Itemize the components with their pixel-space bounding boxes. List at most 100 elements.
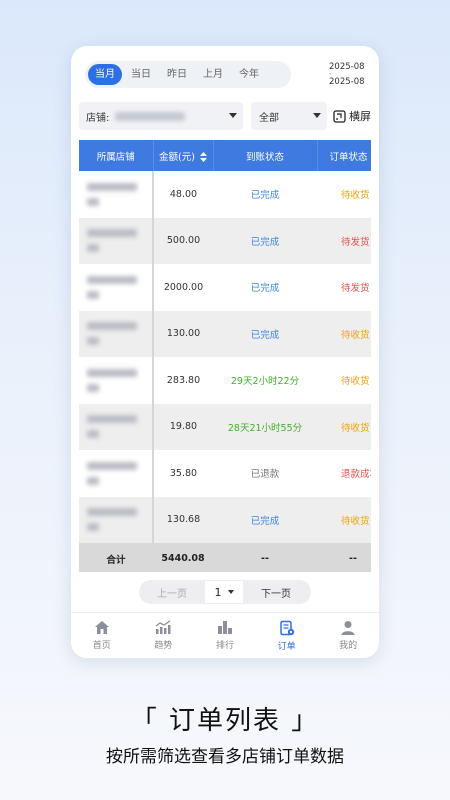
settlement-cell: 28天21小时55分 (213, 403, 317, 450)
amount-cell: 2000.00 (153, 264, 213, 311)
caption-title: 「 订单列表 」 (130, 706, 320, 736)
table-row[interactable]: 130.68 已完成 待收货 (79, 496, 371, 543)
tab-last-month[interactable]: 上月 (196, 64, 230, 85)
date-range-end: 2025-08 (329, 77, 365, 87)
caret-down-icon (227, 590, 234, 594)
settlement-cell: 已退款 (213, 450, 317, 497)
table-row[interactable]: 130.00 已完成 待收货 (79, 310, 371, 357)
date-range-display[interactable]: 2025-08 - 2025-08 (329, 62, 369, 87)
store-cell-blurred (79, 496, 154, 543)
pagination: 上一页 1 下一页 (139, 580, 311, 604)
column-header-order-status: 订单状态 (317, 140, 371, 171)
column-header-store: 所属店铺 (79, 140, 154, 171)
settlement-cell: 29天2小时22分 (213, 357, 317, 404)
amount-cell: 130.00 (153, 310, 213, 357)
home-icon (94, 621, 109, 634)
status-select[interactable]: 全部 (251, 102, 327, 130)
landscape-label: 横屏 (349, 110, 371, 123)
table-row[interactable]: 19.80 28天21小时55分 待收货 (79, 403, 371, 450)
total-label: 合计 (79, 543, 153, 572)
blurred-store-name (87, 508, 152, 532)
sort-icon (199, 152, 207, 162)
tab-today[interactable]: 当日 (124, 64, 158, 85)
order-status-cell: 待收货 (317, 496, 371, 543)
order-icon (279, 620, 294, 635)
blurred-store-name (87, 322, 152, 346)
caret-down-icon (229, 113, 237, 118)
store-cell-blurred (79, 403, 154, 450)
tab-profile-label: 我的 (339, 641, 358, 651)
filter-row: 店铺: 全部 横屏 (79, 102, 371, 130)
store-cell-blurred (79, 310, 154, 357)
total-order: -- (317, 543, 371, 572)
tab-profile[interactable]: 我的 (317, 613, 379, 658)
store-cell-blurred (79, 357, 154, 404)
table-row[interactable]: 35.80已退款退款成功 (79, 450, 371, 497)
store-cell-blurred (79, 450, 154, 497)
store-select-value-blurred (115, 111, 186, 121)
blurred-store-name (87, 182, 152, 206)
settlement-cell: 已完成 (213, 171, 317, 218)
order-status-cell: 待收货 (317, 357, 371, 404)
blurred-store-name (87, 368, 152, 392)
table-row[interactable]: 283.80 29天2小时22分 待收货 (79, 357, 371, 404)
store-cell-blurred (79, 171, 154, 218)
blurred-store-name (87, 275, 152, 299)
ranking-icon (217, 621, 232, 634)
column-header-amount[interactable]: 金额(元) (153, 140, 214, 171)
amount-cell: 283.80 (153, 357, 213, 404)
settlement-cell: 已完成 (213, 310, 317, 357)
tab-this-month[interactable]: 当月 (88, 64, 122, 85)
amount-cell: 48.00 (153, 171, 213, 218)
tab-orders-label: 订单 (277, 641, 296, 652)
trend-icon (156, 620, 171, 634)
amount-cell: 35.80 (153, 450, 213, 497)
date-range-tabs: 当月 当日 昨日 上月 今年 (85, 61, 291, 88)
total-row: 合计 5440.08 -- -- (79, 543, 371, 572)
tab-home-label: 首页 (92, 641, 111, 651)
column-header-settlement: 到账状态 (213, 140, 318, 171)
current-page: 1 (214, 585, 222, 599)
blurred-store-name (87, 415, 152, 439)
table-row[interactable]: 48.00 已完成 待收货 (79, 171, 371, 218)
total-amount: 5440.08 (153, 543, 213, 572)
tab-trend[interactable]: 趋势 (133, 613, 195, 658)
phone-screen: 当月 当日 昨日 上月 今年 2025-08 - 2025-08 店铺: 全部 … (71, 46, 379, 658)
order-status-cell: 待收货 (317, 403, 371, 450)
page-select[interactable]: 1 (205, 581, 243, 603)
total-settle: -- (213, 543, 317, 572)
tab-orders[interactable]: 订单 (256, 613, 318, 658)
blurred-store-name (87, 461, 152, 485)
caret-down-icon (313, 113, 321, 118)
store-select[interactable]: 店铺: (79, 102, 243, 130)
order-status-cell: 待收货 (317, 310, 371, 357)
store-cell-blurred (79, 217, 154, 264)
tab-this-year[interactable]: 今年 (232, 64, 266, 85)
tab-ranking[interactable]: 排行 (194, 613, 256, 658)
tab-ranking-label: 排行 (215, 641, 234, 651)
amount-cell: 500.00 (153, 217, 213, 264)
rotate-screen-icon (333, 109, 346, 123)
bottom-tab-bar: 首页 趋势 排行 订单 我的 (71, 612, 379, 658)
landscape-button[interactable]: 横屏 (333, 102, 371, 130)
next-page-button[interactable]: 下一页 (243, 585, 309, 600)
order-status-cell: 待发货 (317, 217, 371, 264)
tab-trend-label: 趋势 (154, 641, 173, 651)
orders-table: 所属店铺 金额(元) 到账状态 订单状态 48.00 已完成 待收货 500.00 已完… (79, 140, 371, 572)
amount-cell: 130.68 (153, 496, 213, 543)
store-cell-blurred (79, 264, 154, 311)
order-status-cell: 退款成功 (317, 450, 371, 497)
settlement-cell: 已完成 (213, 264, 317, 311)
date-range-start: 2025-08 (329, 62, 365, 72)
tab-yesterday[interactable]: 昨日 (160, 64, 194, 85)
table-row[interactable]: 2000.00 已完成 待发货 (79, 264, 371, 311)
tab-home[interactable]: 首页 (71, 613, 133, 658)
order-status-cell: 待发货 (317, 264, 371, 311)
caption-subtitle: 按所需筛选查看多店铺订单数据 (106, 747, 344, 767)
prev-page-button[interactable]: 上一页 (139, 585, 205, 600)
order-status-cell: 待收货 (317, 171, 371, 218)
table-row[interactable]: 500.00 已完成 待发货 (79, 217, 371, 264)
settlement-cell: 已完成 (213, 496, 317, 543)
blurred-store-name (87, 229, 152, 253)
settlement-cell: 已完成 (213, 217, 317, 264)
